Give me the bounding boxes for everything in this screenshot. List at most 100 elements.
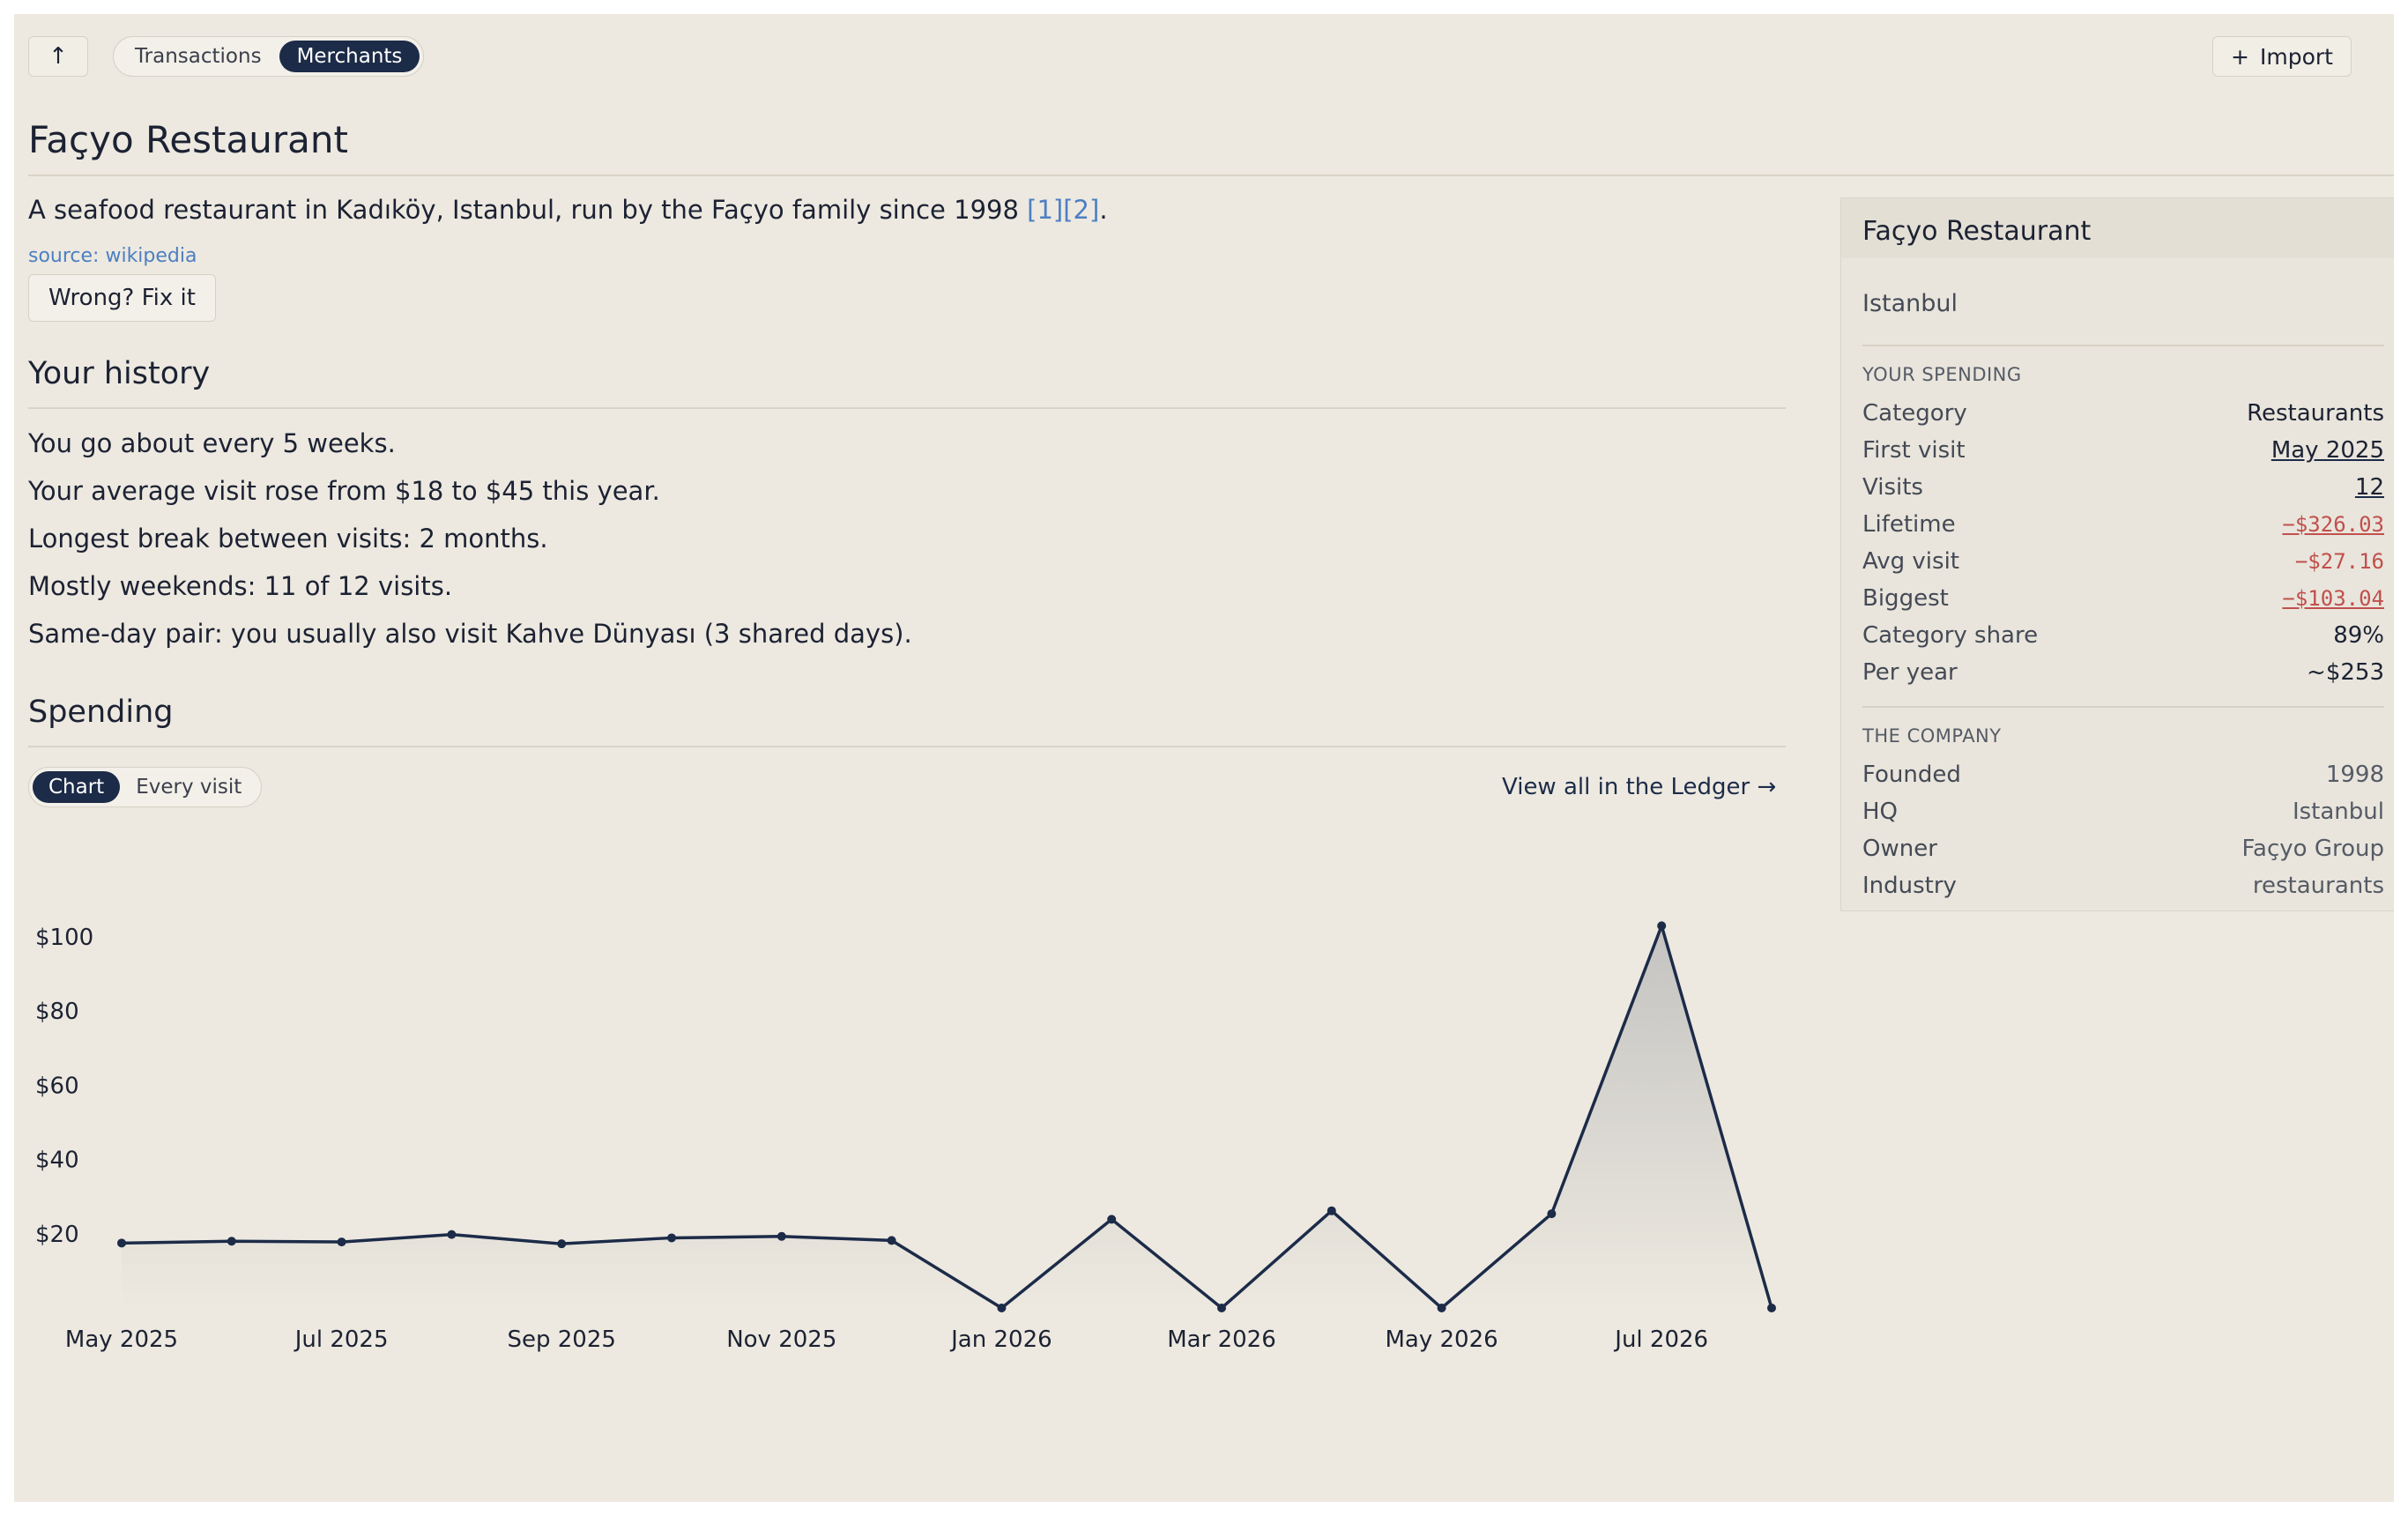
your-spending-heading: YOUR SPENDING [1862,364,2022,385]
chart-point [1657,921,1667,931]
first-visit-link[interactable]: May 2025 [2271,437,2384,464]
x-tick-label: Nov 2025 [726,1326,836,1353]
x-tick-label: Sep 2025 [507,1326,615,1353]
history-line: Mostly weekends: 11 of 12 visits. [28,571,453,601]
biggest-link[interactable]: −$103.04 [2282,586,2384,611]
chart-point [887,1236,896,1245]
y-tick-label: $80 [35,999,79,1025]
stat-row-category-share: Category share 89% [1862,618,2384,653]
history-heading: Your history [28,356,211,391]
x-tick-label: Mar 2026 [1167,1326,1276,1353]
stat-label: Owner [1862,836,1937,862]
chart-point [1327,1206,1336,1215]
go-up-button[interactable]: ↑ [28,36,88,77]
spending-view-switcher: Chart Every visit [28,767,263,807]
history-line: You go about every 5 weeks. [28,428,396,458]
stat-label: Biggest [1862,585,1949,612]
spending-divider [28,746,1786,747]
import-label: Import [2259,43,2333,70]
fix-it-button[interactable]: Wrong? Fix it [28,274,216,322]
stat-label: Industry [1862,873,1957,899]
chart-point [227,1237,236,1246]
description-text: A seafood restaurant in Kadıköy, Istanbu… [28,195,1019,225]
chart-point [997,1304,1007,1312]
spending-chart: $20 $40 $60 $80 $100 May 2025 Jul 2025 Sep 2025… [35,920,1776,1353]
chart-point [1217,1304,1226,1312]
arrow-up-icon: ↑ [48,43,68,70]
view-ledger-link[interactable]: View all in the Ledger → [1502,774,1776,800]
visits-link[interactable]: 12 [2355,474,2384,501]
stat-value: 1998 [2325,762,2384,788]
stat-label: Founded [1862,762,1961,788]
tab-transactions[interactable]: Transactions [117,41,279,72]
stat-value: ~$253 [2307,659,2384,686]
stat-label: Category share [1862,622,2039,649]
stat-label: First visit [1862,437,1966,464]
stat-value: −$27.16 [2294,549,2384,574]
panel-city: Istanbul [1862,290,1958,317]
stat-label: Visits [1862,474,1923,501]
chart-point [1437,1304,1446,1312]
x-tick-label: Jul 2025 [294,1326,389,1353]
panel-divider [1862,706,2384,708]
lifetime-link[interactable]: −$326.03 [2282,512,2384,537]
stat-label: Per year [1862,659,1958,686]
chart-point [1547,1209,1557,1219]
chart-point [337,1237,346,1247]
x-tick-label: Jul 2026 [1613,1326,1708,1353]
app-window: ↑ Transactions Merchants + Import Façyo … [14,14,2394,1502]
stat-label: Category [1862,400,1967,427]
tab-merchants[interactable]: Merchants [279,41,420,72]
stat-value: restaurants [2252,873,2384,899]
chart-point [1107,1215,1117,1224]
panel-title: Façyo Restaurant [1862,216,2092,247]
chart-point [447,1230,457,1239]
stat-value: Restaurants [2247,400,2384,427]
source-link[interactable]: source: wikipedia [28,245,197,267]
merchant-description: A seafood restaurant in Kadıköy, Istanbu… [28,195,1108,225]
chart-point [1767,1304,1776,1312]
tab-every-visit[interactable]: Every visit [120,771,257,803]
history-divider [28,407,1786,409]
history-line: Same-day pair: you usually also visit Ka… [28,619,912,649]
view-switcher: Transactions Merchants [113,36,425,77]
company-row-founded: Founded 1998 [1862,757,2384,792]
y-tick-label: $100 [35,925,93,951]
x-tick-label: May 2026 [1386,1326,1498,1353]
company-row-hq: HQ Istanbul [1862,794,2384,829]
chart-area-fill [122,925,1772,1308]
chart-point [117,1238,126,1248]
import-button[interactable]: + Import [2212,36,2352,77]
stat-row-lifetime: Lifetime −$326.03 [1862,507,2384,542]
x-tick-label: May 2025 [65,1326,178,1353]
merchant-info-panel: Façyo Restaurant Istanbul YOUR SPENDING … [1840,197,2394,911]
stat-label: Avg visit [1862,548,1959,575]
title-divider [28,175,2394,176]
stat-value: Istanbul [2292,799,2384,825]
y-tick-label: $20 [35,1222,79,1248]
company-row-owner: Owner Façyo Group [1862,831,2384,866]
stat-row-first-visit: First visit May 2025 [1862,433,2384,468]
company-heading: THE COMPANY [1862,725,2002,747]
stat-row-avg-visit: Avg visit −$27.16 [1862,544,2384,579]
panel-header: Façyo Restaurant [1841,198,2394,258]
history-line: Your average visit rose from $18 to $45 … [28,476,660,506]
chart-point [777,1231,786,1241]
stat-row-per-year: Per year ~$253 [1862,655,2384,690]
chart-point [557,1239,567,1249]
history-line: Longest break between visits: 2 months. [28,524,548,554]
y-tick-label: $60 [35,1073,79,1099]
spending-heading: Spending [28,695,174,730]
page-title: Façyo Restaurant [28,118,348,161]
stat-row-biggest: Biggest −$103.04 [1862,581,2384,616]
plus-icon: + [2231,43,2249,70]
y-tick-label: $40 [35,1148,79,1174]
stat-label: HQ [1862,799,1899,825]
stat-row-visits: Visits 12 [1862,470,2384,505]
stat-value: 89% [2333,622,2384,649]
company-row-industry: Industry restaurants [1862,868,2384,903]
chart-point [667,1233,676,1243]
citation-links[interactable]: [1][2] [1027,195,1099,225]
panel-divider [1862,345,2384,346]
tab-chart[interactable]: Chart [33,771,121,803]
